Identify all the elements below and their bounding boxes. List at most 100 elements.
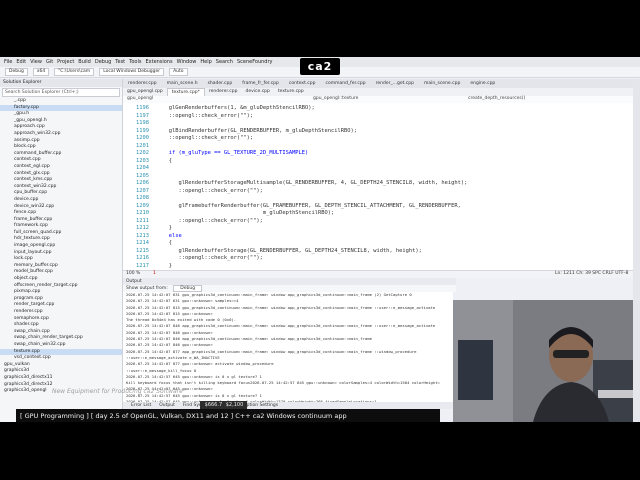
output-title: Output	[123, 278, 456, 285]
solution-file-item[interactable]: context_egl.cpp	[0, 164, 122, 171]
solution-file-item[interactable]: vsd_context.cpp	[0, 355, 122, 362]
bottom-tab[interactable]: Error List	[131, 403, 151, 408]
solution-file-item[interactable]: object.cpp	[0, 276, 122, 283]
config-dropdown[interactable]: Debug	[5, 68, 28, 76]
menu-item[interactable]: Edit	[16, 59, 26, 65]
code-line[interactable]: 1210 m_gluDepthStencilRBO);	[123, 210, 633, 218]
editor-tab[interactable]: device.cpp	[241, 88, 273, 96]
bottom-tool-tabs: Error ListOutputFind Symbol ResultsExcep…	[123, 402, 453, 409]
menu-item[interactable]: SceneFoundry	[237, 59, 273, 65]
code-line[interactable]: 1211 ::opengl::check_error("");	[123, 218, 633, 226]
code-text: ::opengl::check_error("");	[159, 217, 263, 224]
code-text: ::opengl::check_error("");	[159, 187, 263, 194]
code-line[interactable]: 1209 glFramebufferRenderbuffer(GL_FRAMEB…	[123, 203, 633, 211]
code-line[interactable]: 1204	[123, 165, 633, 173]
solution-project-node[interactable]: graphics3d	[0, 368, 122, 375]
document-tab[interactable]: engine.cpp	[465, 79, 500, 88]
document-tab[interactable]: frame_fr_fer.cpp	[237, 79, 284, 88]
menu-item[interactable]: Help	[200, 59, 211, 65]
code-line[interactable]: 1200 ::opengl::check_error("");	[123, 135, 633, 143]
solution-file-item[interactable]: swap_chain_win32.cpp	[0, 342, 122, 349]
document-tab[interactable]: shader.cpp	[203, 79, 238, 88]
code-editor[interactable]: 1196 glGenRenderbuffers(1, &m_gluDepthSt…	[123, 103, 633, 270]
menu-item[interactable]: Window	[177, 59, 197, 65]
code-line[interactable]: 1208	[123, 195, 633, 203]
solution-file-item[interactable]: block.cpp	[0, 144, 122, 151]
menu-item[interactable]: Extensions	[145, 59, 172, 65]
solution-file-item[interactable]: lock.cpp	[0, 256, 122, 263]
document-tab[interactable]: command_fer.cpp	[320, 79, 370, 88]
code-line[interactable]: 1205	[123, 173, 633, 181]
code-text: {	[159, 240, 172, 246]
code-line[interactable]: 1196 glGenRenderbuffers(1, &m_gluDepthSt…	[123, 105, 633, 113]
menu-item[interactable]: Debug	[95, 59, 111, 65]
menu-item[interactable]: Tools	[129, 59, 141, 65]
document-tab[interactable]: context.cpp	[284, 79, 321, 88]
solution-file-item[interactable]: _.cpp	[0, 98, 122, 105]
code-line[interactable]: 1206 glRenderbufferStorageMultisample(GL…	[123, 180, 633, 188]
line-number: 1211	[136, 217, 149, 224]
code-line[interactable]: 1207 ::opengl::check_error("");	[123, 188, 633, 196]
code-text: }	[159, 262, 172, 269]
editor-tab[interactable]: renderer.cpp	[205, 88, 242, 96]
document-tab[interactable]: renderer.cpp	[123, 79, 162, 88]
menu-item[interactable]: File	[4, 59, 12, 65]
solution-file-item[interactable]: approach.cpp	[0, 124, 122, 131]
document-tab[interactable]: main_scene.h	[162, 79, 203, 88]
document-tab[interactable]: main_scene.cpp	[419, 79, 465, 88]
menu-item[interactable]: Project	[57, 59, 74, 65]
issues-count[interactable]: 1	[153, 271, 156, 276]
editor-tab[interactable]: texture.cpp	[274, 88, 308, 96]
code-line[interactable]: 1212 }	[123, 225, 633, 233]
menu-item[interactable]: Git	[46, 59, 53, 65]
solution-file-item[interactable]: swap_chain_render_target.cpp	[0, 335, 122, 342]
mode-dropdown[interactable]: Auto	[169, 68, 188, 76]
solution-file-item[interactable]: image_opengl.cpp	[0, 243, 122, 250]
document-tab[interactable]: render_...get.cpp	[371, 79, 419, 88]
menu-item[interactable]: Search	[216, 59, 233, 65]
zoom-level[interactable]: 100 %	[126, 271, 140, 276]
debugger-button[interactable]: Local Windows Debugger	[99, 68, 165, 76]
solution-file-item[interactable]: cpu_buffer.cpp	[0, 190, 122, 197]
solution-file-item[interactable]: renderer.cpp	[0, 309, 122, 316]
nav-project[interactable]: gpu_opengl	[127, 96, 153, 101]
code-line[interactable]: 1215 glRenderbufferStorage(GL_RENDERBUFF…	[123, 248, 633, 256]
code-line[interactable]: 1199 glBindRenderbuffer(GL_RENDERBUFFER,…	[123, 128, 633, 136]
solution-file-item[interactable]: fence.cpp	[0, 210, 122, 217]
solution-file-item[interactable]: render_target.cpp	[0, 302, 122, 309]
solution-file-item[interactable]: framework.cpp	[0, 223, 122, 230]
code-line[interactable]: 1214 {	[123, 240, 633, 248]
solution-file-item[interactable]: approach_win32.cpp	[0, 131, 122, 138]
output-pane[interactable]: 2026-07-25 14:42:07 631 gpu_graphics3d_c…	[123, 292, 453, 402]
code-line[interactable]: 1202 if (m_gluType == GL_TEXTURE_2D_MULT…	[123, 150, 633, 158]
code-line[interactable]: 1197 ::opengl::check_error("");	[123, 113, 633, 121]
code-line[interactable]: 1216 ::opengl::check_error("");	[123, 255, 633, 263]
solution-search-input[interactable]: Search Solution Explorer (Ctrl+;)	[2, 88, 120, 97]
solution-file-item[interactable]: device.cpp	[0, 197, 122, 204]
code-text: glRenderbufferStorage(GL_RENDERBUFFER, G…	[159, 247, 422, 254]
solution-project-node[interactable]: graphics3d_directx11	[0, 375, 122, 382]
menu-item[interactable]: Test	[115, 59, 125, 65]
editor-tab[interactable]: gpu_opengl.cpp	[123, 88, 167, 96]
menu-item[interactable]: Build	[78, 59, 91, 65]
platform-dropdown[interactable]: x64	[32, 68, 50, 76]
code-line[interactable]: 1213 else	[123, 233, 633, 241]
code-line[interactable]: 1203 {	[123, 158, 633, 166]
solution-file-item[interactable]: _gpu.h	[0, 111, 122, 118]
path-field[interactable]: "C:\Users\cam	[54, 68, 95, 76]
nav-scope[interactable]: gpu_opengl::texture	[313, 96, 358, 101]
solution-file-item[interactable]: shader.cpp	[0, 322, 122, 329]
solution-file-item[interactable]: pixmap.cpp	[0, 289, 122, 296]
code-line[interactable]: 1217 }	[123, 263, 633, 271]
solution-file-item[interactable]: context_kms.cpp	[0, 177, 122, 184]
code-line[interactable]: 1198	[123, 120, 633, 128]
editor-tab[interactable]: texture.cpp*	[166, 88, 205, 96]
solution-file-item[interactable]: context.cpp	[0, 157, 122, 164]
line-number: 1202	[136, 150, 149, 156]
output-source-dropdown[interactable]: Debug	[173, 285, 203, 292]
nav-member[interactable]: create_depth_resources()	[468, 96, 525, 101]
bottom-tab[interactable]: Output	[159, 403, 175, 408]
code-text: ::opengl::check_error("");	[159, 255, 263, 261]
menu-item[interactable]: View	[30, 59, 42, 65]
code-line[interactable]: 1201	[123, 143, 633, 151]
